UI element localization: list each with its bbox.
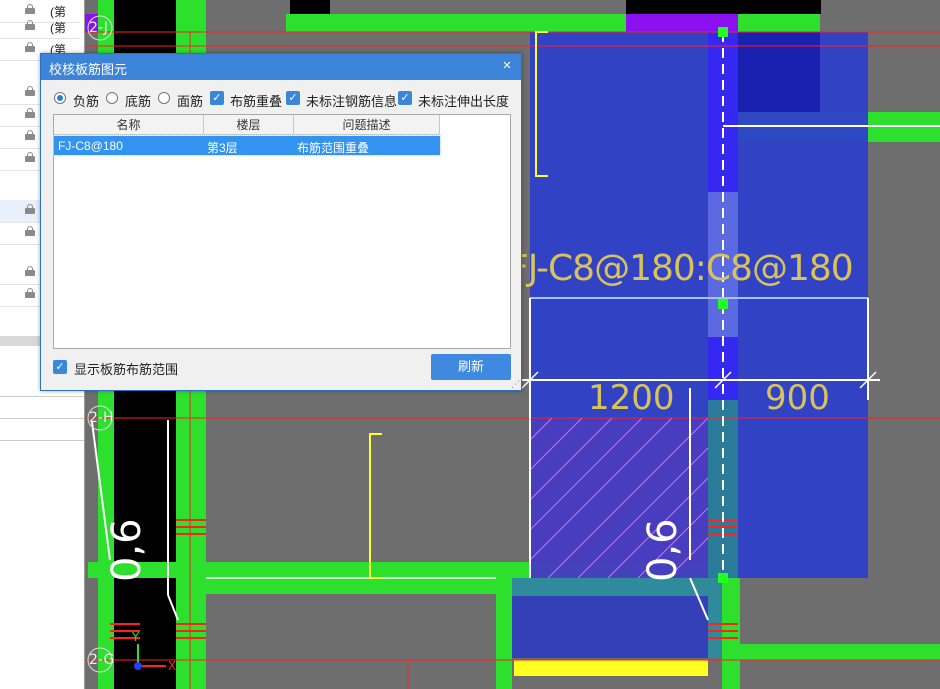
lock-icon[interactable]: [25, 108, 35, 118]
beam-vertical-bottom-right: [722, 578, 740, 689]
dialog-title: 校核板筋图元: [49, 62, 128, 77]
check-slab-rebar-dialog[interactable]: 校核板筋图元 × 负筋 底筋 面筋 ✓ 布筋重叠 ✓ 未标注钢筋信息 ✓ 未标注…: [40, 53, 522, 391]
lock-icon[interactable]: [25, 266, 35, 276]
checkbox-label: 未标注伸出长度: [418, 94, 510, 109]
checkbox-rebar-overlap[interactable]: ✓: [210, 91, 224, 105]
checkbox-label: 显示板筋布筋范围: [74, 362, 179, 377]
beam-vertical-bottom: [496, 578, 512, 689]
lock-icon[interactable]: [25, 4, 35, 14]
issues-table[interactable]: 名称 楼层 问题描述 FJ-C8@180 第3层 布筋范围重叠: [53, 114, 511, 349]
radio-label: 面筋: [177, 94, 204, 109]
axis-label-2h: 2-H: [89, 410, 114, 426]
lock-icon[interactable]: [25, 288, 35, 298]
column-header-name[interactable]: 名称: [54, 115, 204, 135]
beam-horizontal-lower-2: [206, 578, 496, 594]
cell-name: FJ-C8@180: [58, 139, 123, 153]
snap-point-top[interactable]: [718, 27, 728, 37]
panel-divider: [0, 396, 84, 397]
vertical-dim-right: 0,6: [640, 518, 686, 582]
dialog-title-bar[interactable]: 校核板筋图元 ×: [41, 54, 521, 80]
slab-lower-blue: [512, 596, 708, 658]
lock-icon[interactable]: [25, 42, 35, 52]
axis-label-2j: 2-J: [89, 20, 108, 36]
axis-label-2g: 2-G: [89, 652, 115, 668]
radio-top-rebar[interactable]: [158, 92, 170, 104]
cell-floor: 第3层: [207, 141, 238, 155]
resize-grip-icon[interactable]: ⋰: [511, 380, 520, 389]
radio-label: 底筋: [125, 94, 152, 109]
lock-icon[interactable]: [25, 226, 35, 236]
ucs-x-label: X: [168, 659, 177, 673]
checkbox-label: 未标注钢筋信息: [306, 94, 398, 109]
beam-top: [286, 14, 626, 32]
dimension-right: 900: [765, 378, 830, 418]
yellow-strip: [514, 660, 708, 676]
checkbox-show-rebar-range[interactable]: ✓: [53, 360, 67, 374]
rebar-annotation-label: FJ-C8@180:C8@180: [508, 248, 854, 289]
vertical-dim-left: 0,6: [104, 518, 150, 582]
snap-point-mid[interactable]: [718, 299, 728, 309]
lock-icon[interactable]: [25, 152, 35, 162]
lock-icon[interactable]: [25, 130, 35, 140]
checkbox-label: 布筋重叠: [230, 94, 283, 109]
dimension-left: 1200: [588, 378, 675, 418]
radio-label: 负筋: [73, 94, 100, 109]
lock-icon[interactable]: [25, 86, 35, 96]
ucs-y-label: Y: [132, 630, 140, 644]
panel-divider: [0, 440, 84, 441]
cell-issue: 布筋范围重叠: [297, 141, 370, 155]
close-icon[interactable]: ×: [499, 58, 515, 74]
refresh-button[interactable]: 刷新: [431, 354, 511, 380]
lock-icon[interactable]: [25, 20, 35, 30]
beam-bottom-right: [738, 644, 940, 660]
column-header-floor[interactable]: 楼层: [204, 115, 294, 135]
snap-point-bottom[interactable]: [718, 573, 728, 583]
table-row[interactable]: FJ-C8@180 第3层 布筋范围重叠: [53, 135, 441, 156]
lock-icon[interactable]: [25, 204, 35, 214]
slab-dark-block: [738, 32, 820, 112]
list-item[interactable]: (第: [0, 16, 80, 39]
panel-divider: [0, 418, 84, 419]
list-item-label: (第: [50, 21, 66, 35]
column-header-issue[interactable]: 问题描述: [294, 115, 440, 135]
checkbox-missing-rebar-info[interactable]: ✓: [286, 91, 300, 105]
checkbox-missing-extension-length[interactable]: ✓: [398, 91, 412, 105]
radio-negative-rebar[interactable]: [54, 92, 66, 104]
column-top: [626, 0, 821, 14]
radio-bottom-rebar[interactable]: [106, 92, 118, 104]
column-top-mid: [290, 0, 330, 14]
beam-top-right: [738, 14, 820, 32]
